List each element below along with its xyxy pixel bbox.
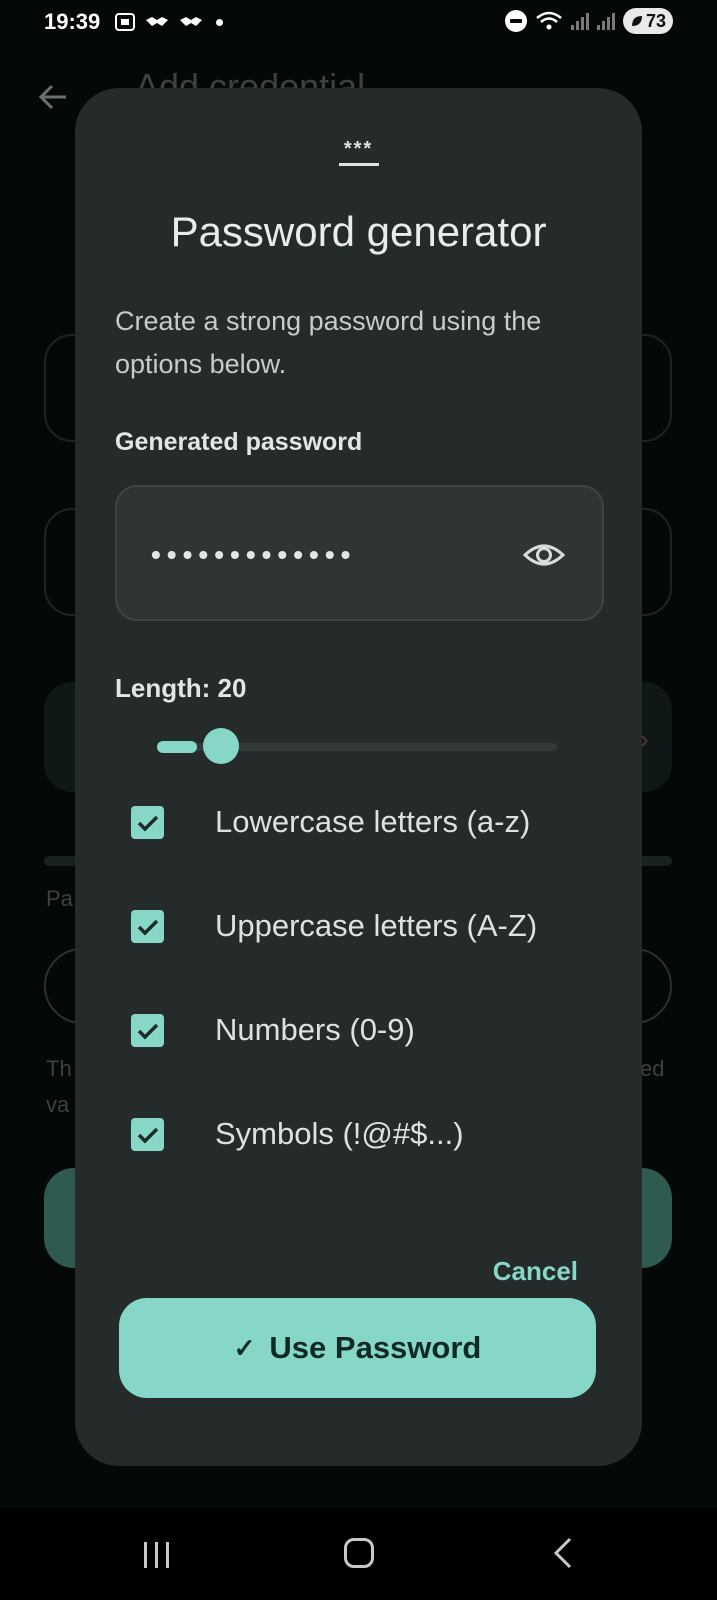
signal-icon xyxy=(571,12,589,30)
home-icon[interactable] xyxy=(344,1538,374,1568)
cancel-button[interactable]: Cancel xyxy=(493,1256,578,1287)
back-icon[interactable] xyxy=(548,1536,578,1570)
option-label: Lowercase letters (a-z) xyxy=(215,804,531,839)
screenshot-icon xyxy=(115,13,136,31)
checkmark-icon xyxy=(137,815,158,831)
dot-icon xyxy=(216,18,224,26)
leaf-icon xyxy=(631,16,642,26)
option-label: Numbers (0-9) xyxy=(215,1012,415,1047)
option-symbols[interactable]: Symbols (!@#$...) xyxy=(131,1106,601,1166)
checkmark-icon xyxy=(137,1023,158,1039)
battery-level: 73 xyxy=(645,10,667,31)
background-label: Pa xyxy=(46,886,73,911)
battery-icon: 73 xyxy=(623,8,673,34)
handshake-icon xyxy=(180,17,203,26)
handshake-icon xyxy=(146,17,169,26)
generated-password-label: Generated password xyxy=(115,428,363,456)
option-numbers[interactable]: Numbers (0-9) xyxy=(131,1002,601,1062)
system-icons: 73 xyxy=(505,8,673,34)
generated-password-field[interactable]: ••••••••••••• xyxy=(115,485,604,621)
option-lowercase[interactable]: Lowercase letters (a-z) xyxy=(131,794,601,854)
password-icon-glyph: *** xyxy=(343,138,374,160)
recents-icon[interactable] xyxy=(144,1542,169,1568)
slider-fill xyxy=(157,741,197,753)
notification-icons xyxy=(114,12,224,32)
checkmark-icon xyxy=(137,1127,158,1143)
dialog-description: Create a strong password using the optio… xyxy=(115,306,542,379)
back-arrow-icon xyxy=(38,84,66,110)
password-value: ••••••••••••• xyxy=(151,539,357,570)
signal-icon xyxy=(597,12,615,30)
use-password-button[interactable]: ✓ Use Password xyxy=(119,1298,596,1398)
use-password-label: Use Password xyxy=(269,1330,482,1365)
navigation-bar xyxy=(0,1508,717,1600)
password-generator-dialog: *** Password generator Create a strong p… xyxy=(75,88,642,1466)
lowercase-checkbox[interactable] xyxy=(131,806,164,839)
clock: 19:39 xyxy=(44,9,101,34)
check-icon: ✓ xyxy=(233,1332,256,1363)
dnd-icon xyxy=(505,10,527,32)
numbers-checkbox[interactable] xyxy=(131,1014,164,1047)
status-bar: 19:39 73 xyxy=(0,0,717,44)
dialog-title: Password generator xyxy=(170,208,547,255)
option-label: Uppercase letters (A-Z) xyxy=(215,908,538,943)
option-label: Symbols (!@#$...) xyxy=(215,1116,464,1151)
option-uppercase[interactable]: Uppercase letters (A-Z) xyxy=(131,898,601,958)
background-help-text: ed xyxy=(640,1056,665,1081)
background-help-text: Th xyxy=(46,1056,72,1081)
password-icon-underline xyxy=(338,163,379,166)
eye-icon[interactable] xyxy=(522,533,566,577)
wifi-icon xyxy=(536,11,562,30)
slider-thumb[interactable] xyxy=(203,728,239,764)
uppercase-checkbox[interactable] xyxy=(131,910,164,943)
length-label: Length: 20 xyxy=(115,673,247,703)
background-help-text: va xyxy=(46,1092,70,1117)
length-slider[interactable] xyxy=(157,726,557,766)
checkmark-icon xyxy=(137,919,158,935)
password-icon: *** xyxy=(75,138,642,166)
symbols-checkbox[interactable] xyxy=(131,1118,164,1151)
